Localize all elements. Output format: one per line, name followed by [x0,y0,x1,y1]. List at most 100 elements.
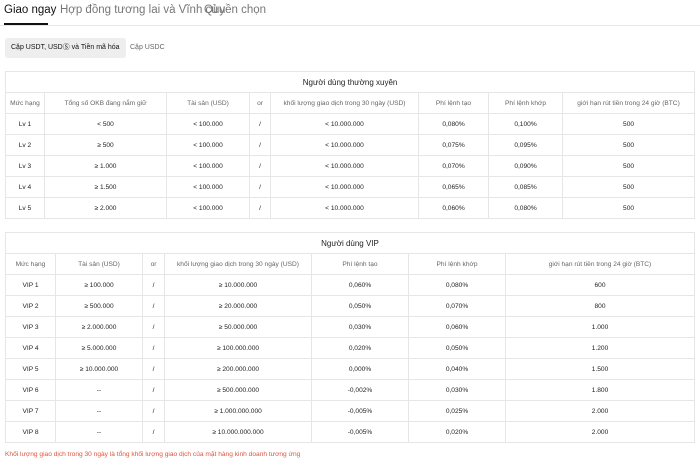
table-row: VIP 1 ≥ 100.000 / ≥ 10.000.000 0,060% 0,… [5,274,696,296]
header-cell: Mức hạng [5,92,45,114]
table-cell: / [142,337,165,359]
table-cell: ≥ 500 [44,134,167,156]
active-tab-indicator [4,23,48,25]
table-cell: Lv 4 [5,176,45,198]
table-cell: VIP 1 [5,274,56,296]
table-cell: 0,065% [418,176,489,198]
header-cell: Phí lệnh tạo [418,92,489,114]
table-cell: -0,005% [311,400,409,422]
vip-header-row: Mức hạng Tài sản (USD) or khối lượng gia… [5,253,696,275]
tab-spot[interactable]: Giao ngay [4,4,56,16]
table-row: Lv 5 ≥ 2.000 < 100.000 / < 10.000.000 0,… [5,197,696,219]
footnote: Khối lượng giao dịch trong 30 ngày là tổ… [5,451,301,458]
table-row: Lv 3 ≥ 1.000 < 100.000 / < 10.000.000 0,… [5,155,696,177]
table-cell: / [142,379,165,401]
table-cell: VIP 2 [5,295,56,317]
table-cell: < 10.000.000 [270,197,419,219]
table-cell: 600 [504,274,696,296]
tab-bar: Giao ngay Hợp đồng tương lai và Vĩnh cửu… [0,0,700,26]
table-cell: / [249,113,271,135]
table-cell: 0,050% [408,337,506,359]
table-cell: 0,090% [488,155,563,177]
table-cell: Lv 2 [5,134,45,156]
table-cell: -- [55,379,143,401]
table-cell: < 10.000.000 [270,113,419,135]
table-cell: 0,050% [311,295,409,317]
table-cell: ≥ 10.000.000 [164,274,312,296]
vip-users-title: Người dùng VIP [4,232,696,254]
table-cell: 0,020% [408,421,506,443]
table-cell: 0,070% [418,155,489,177]
header-cell: or [142,253,165,275]
table-row: VIP 8 -- / ≥ 10.000.000.000 -0,005% 0,02… [5,421,696,443]
table-cell: 0,070% [408,295,506,317]
vip-users-table: Người dùng VIP Mức hạng Tài sản (USD) or… [4,232,696,443]
table-cell: VIP 3 [5,316,56,338]
regular-header-row: Mức hạng Tổng số OKB đang nắm giữ Tài sả… [5,92,696,114]
table-cell: 0,030% [408,379,506,401]
header-cell: khối lượng giao dịch trong 30 ngày (USD) [164,253,312,275]
table-cell: ≥ 1.000.000.000 [164,400,312,422]
pill-usdc-pairs[interactable]: Cặp USDC [124,38,171,58]
table-cell: / [142,274,165,296]
table-cell: VIP 4 [5,337,56,359]
table-cell: < 100.000 [166,155,250,177]
table-cell: / [249,155,271,177]
table-cell: / [142,295,165,317]
table-cell: ≥ 2.000 [44,197,167,219]
table-cell: 0,085% [488,176,563,198]
table-cell: Lv 5 [5,197,45,219]
table-cell: Lv 1 [5,113,45,135]
table-cell: ≥ 200.000.000 [164,358,312,380]
regular-users-table: Người dùng thường xuyên Mức hạng Tổng số… [4,71,696,219]
table-cell: 0,080% [408,274,506,296]
table-cell: < 10.000.000 [270,134,419,156]
table-cell: 0,020% [311,337,409,359]
table-cell: < 100.000 [166,197,250,219]
table-cell: 0,060% [408,316,506,338]
table-row: Lv 2 ≥ 500 < 100.000 / < 10.000.000 0,07… [5,134,696,156]
table-row: VIP 3 ≥ 2.000.000 / ≥ 50.000.000 0,030% … [5,316,696,338]
table-cell: < 100.000 [166,113,250,135]
table-cell: VIP 5 [5,358,56,380]
table-cell: 0,000% [311,358,409,380]
table-cell: ≥ 2.000.000 [55,316,143,338]
pill-usdt-usd-crypto-pairs[interactable]: Cặp USDT, USDⓈ và Tiền mã hóa [5,38,126,58]
table-cell: < 100.000 [166,176,250,198]
table-cell: 0,040% [408,358,506,380]
table-cell: 800 [504,295,696,317]
header-cell: Tài sản (USD) [166,92,250,114]
table-cell: ≥ 50.000.000 [164,316,312,338]
table-cell: 0,080% [488,197,563,219]
table-cell: 2.000 [504,421,696,443]
table-cell: ≥ 10.000.000.000 [164,421,312,443]
table-cell: 1.500 [504,358,696,380]
tab-options[interactable]: Quyền chọn [204,4,266,16]
header-cell: Phí lệnh khớp [488,92,563,114]
table-cell: < 100.000 [166,134,250,156]
table-cell: 0,100% [488,113,563,135]
table-cell: ≥ 1.000 [44,155,167,177]
table-cell: < 10.000.000 [270,155,419,177]
table-cell: / [142,400,165,422]
table-row: VIP 5 ≥ 10.000.000 / ≥ 200.000.000 0,000… [5,358,696,380]
table-cell: / [142,316,165,338]
table-cell: VIP 7 [5,400,56,422]
table-cell: VIP 6 [5,379,56,401]
table-cell: 0,060% [311,274,409,296]
table-cell: < 500 [44,113,167,135]
table-cell: 500 [561,113,696,135]
table-cell: ≥ 500.000 [55,295,143,317]
table-cell: Lv 3 [5,155,45,177]
header-cell: giới hạn rút tiền trong 24 giờ (BTC) [561,92,696,114]
table-row: VIP 7 -- / ≥ 1.000.000.000 -0,005% 0,025… [5,400,696,422]
table-cell: 0,060% [418,197,489,219]
table-cell: ≥ 1.500 [44,176,167,198]
table-cell: VIP 8 [5,421,56,443]
header-cell: khối lượng giao dịch trong 30 ngày (USD) [270,92,419,114]
table-cell: ≥ 100.000.000 [164,337,312,359]
table-cell: 1.000 [504,316,696,338]
table-cell: / [249,176,271,198]
tab-futures-perpetual[interactable]: Hợp đồng tương lai và Vĩnh cửu [60,4,225,16]
table-cell: -- [55,421,143,443]
